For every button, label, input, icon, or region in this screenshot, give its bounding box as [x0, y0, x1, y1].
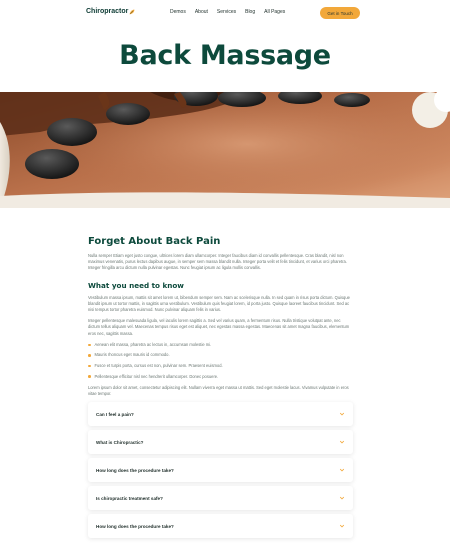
list-item: Mauris rhoncus eget mauris id commodo. [88, 353, 353, 357]
page-title: Back Massage [119, 40, 331, 71]
bullet-dot-icon [88, 364, 91, 368]
nav-item-all-pages[interactable]: All Pages [264, 9, 285, 15]
logo-text: Chiropractor [86, 8, 129, 15]
list-item: Aenean elit massa, pharetra ac lectus in… [88, 342, 353, 347]
list-item: Pellentesque efficitur nisl nec hendreri… [88, 374, 353, 379]
article-heading: Forget About Back Pain [88, 236, 221, 247]
chevron-down-icon [339, 440, 345, 444]
bullet-dot-icon [88, 375, 91, 378]
faq-item[interactable]: How long does the procedure take? [88, 458, 353, 482]
chevron-down-icon [339, 496, 345, 500]
faq-item[interactable]: Can I feel a pain? [88, 402, 353, 426]
faq-item[interactable]: Is chiropractic treatment safe? [88, 486, 353, 510]
site-header: Chiropractor Demos About Services Blog A… [0, 0, 450, 26]
article-outro: Lorem ipsum dolor sit amet, consectetur … [88, 385, 349, 397]
leaf-icon [130, 9, 135, 14]
list-item: Fusce et turpis porta, cursus est non, p… [88, 363, 353, 368]
faq-question: Can I feel a pain? [96, 411, 134, 417]
hero-image [0, 92, 450, 208]
faq-item[interactable]: What is Chiropractic? [88, 430, 353, 454]
article-paragraph: Integer pellentesque malesuada ligula, v… [88, 318, 350, 336]
nav-item-demos[interactable]: Demos [170, 9, 186, 15]
faq-question: How long does the procedure take? [96, 523, 174, 529]
bullet-dot-icon [88, 343, 91, 347]
faq-question: What is Chiropractic? [96, 439, 144, 445]
nav-item-blog[interactable]: Blog [245, 9, 255, 15]
bullet-list: Aenean elit massa, pharetra ac lectus in… [88, 342, 353, 379]
article-subheading: What you need to know [88, 280, 184, 290]
faq-question: Is chiropractic treatment safe? [96, 495, 163, 501]
site-logo[interactable]: Chiropractor [86, 8, 135, 15]
nav-item-about[interactable]: About [195, 9, 208, 15]
article: Forget About Back Pain Nulla semper Etia… [88, 236, 353, 398]
chevron-down-icon [339, 412, 345, 416]
chevron-down-icon [339, 468, 345, 472]
get-in-touch-button[interactable]: Get in Touch [320, 7, 360, 19]
main-nav: Demos About Services Blog All Pages [170, 9, 285, 15]
article-paragraph: Vestibulum massa ipsum, mattis sit amet … [88, 294, 350, 313]
nav-item-services[interactable]: Services [217, 9, 236, 15]
bullet-dot-icon [88, 354, 91, 357]
article-intro: Nulla semper Etiam eget justo congue, ul… [88, 253, 347, 271]
faq-question: How long does the procedure take? [96, 467, 174, 473]
faq-item[interactable]: How long does the procedure take? [88, 514, 353, 538]
chevron-down-icon [339, 524, 345, 528]
